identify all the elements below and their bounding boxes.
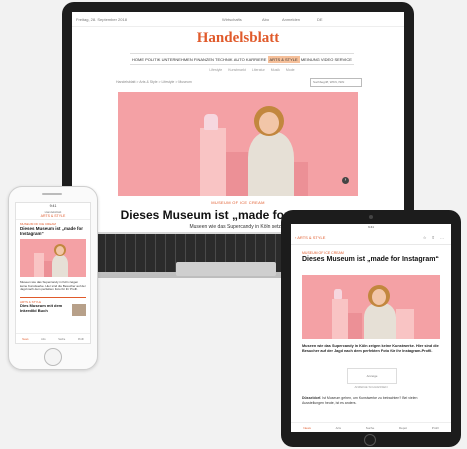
nav-item-technik[interactable]: TECHNIK	[215, 57, 233, 62]
nav-item-auto[interactable]: AUTO	[234, 57, 245, 62]
tab-bar: News Arts Suche Profil	[16, 333, 90, 343]
tab-news[interactable]: News	[22, 338, 28, 341]
hero-image[interactable]	[302, 275, 440, 339]
glass-prop	[334, 289, 342, 299]
laptop-screen: Freitag, 28. September 2018 Wirtschafts …	[72, 12, 404, 234]
topbar-link-language[interactable]: DE	[317, 17, 323, 22]
tab-bar: News Arts Suche Depot Profil	[291, 422, 451, 432]
topbar-link-login[interactable]: Anmelden	[282, 17, 300, 22]
chevron-right-icon[interactable]: ›	[342, 177, 349, 184]
home-button[interactable]	[364, 434, 376, 446]
tab-profile[interactable]: Profil	[432, 426, 439, 430]
nav-item-service[interactable]: SERVICE	[334, 57, 352, 62]
article-teaser: Museen wie das Supercandy in Köln zeigen…	[20, 280, 86, 292]
article-thumbnail[interactable]	[72, 304, 86, 316]
divider	[20, 297, 86, 298]
home-button[interactable]	[44, 348, 62, 366]
pedestal	[226, 152, 250, 196]
laptop-trackpad	[176, 262, 276, 276]
nav-item-video[interactable]: VIDEO	[321, 57, 333, 62]
subnav-item[interactable]: Literatur	[252, 68, 265, 72]
article-headline[interactable]: Dies Museum mit dem Inkredibl Buch	[20, 303, 70, 313]
article-kicker: MUSEUM OF ICE CREAM	[211, 200, 265, 205]
article-kicker: MUSEUM OF ICE CREAM	[302, 251, 344, 255]
tablet-screen: 9:41 ‹ ARTS & STYLE ☆ ⇧ … MUSEUM OF ICE …	[291, 224, 451, 432]
hero-image	[118, 92, 358, 196]
subnav-item[interactable]: Musik	[271, 68, 280, 72]
app-header: Handelsblatt ARTS & STYLE	[16, 210, 90, 220]
person-face	[372, 289, 386, 305]
camera	[369, 215, 373, 219]
nav-item-arts-style[interactable]: ARTS & STYLE	[267, 55, 300, 63]
person-face	[56, 246, 64, 255]
tab-depot[interactable]: Depot	[399, 426, 407, 430]
person-figure	[248, 132, 294, 196]
ad-slot[interactable]: Anzeige	[347, 368, 397, 384]
main-navigation: HOME POLITIK UNTERNEHMEN FINANZEN TECHNI…	[130, 53, 354, 65]
app-navbar: ‹ ARTS & STYLE ☆ ⇧ …	[291, 232, 451, 245]
topbar-link-abo[interactable]: Abo	[262, 17, 269, 22]
pedestal	[44, 261, 52, 277]
tab-arts[interactable]: Arts	[336, 426, 341, 430]
search-input[interactable]: Suchbegriff, WKN, ISIN	[310, 78, 362, 87]
nav-item-finanzen[interactable]: FINANZEN	[194, 57, 214, 62]
nav-item-karriere[interactable]: KARRIERE	[246, 57, 266, 62]
body-dateline: Düsseldorf.	[302, 396, 322, 400]
phone-screen: 9:41 Handelsblatt ARTS & STYLE MUSEUM OF…	[15, 202, 91, 344]
site-topbar: Freitag, 28. September 2018 Wirtschafts …	[72, 12, 404, 27]
tab-search[interactable]: Suche	[58, 338, 65, 341]
nav-item-politik[interactable]: POLITIK	[145, 57, 160, 62]
subnav-item[interactable]: Lifestyle	[209, 68, 222, 72]
phone-speaker	[42, 193, 62, 195]
nav-item-meinung[interactable]: MEINUNG	[301, 57, 320, 62]
tab-news[interactable]: News	[303, 426, 311, 430]
nav-item-unternehmen[interactable]: UNTERNEHMEN	[162, 57, 193, 62]
sub-navigation: Lifestyle Kunstmarkt Literatur Musik Mod…	[182, 66, 322, 74]
site-date: Freitag, 28. September 2018	[76, 17, 127, 22]
site-logo[interactable]: Handelsblatt	[72, 30, 404, 47]
glass-prop	[204, 114, 218, 130]
hero-image[interactable]	[20, 239, 86, 277]
article-headline[interactable]: Dieses Museum ist „made for Instagram“	[20, 226, 86, 236]
pedestal	[332, 299, 348, 339]
subnav-item[interactable]: Kunstmarkt	[228, 68, 246, 72]
person-figure	[52, 255, 68, 277]
section-title[interactable]: ARTS & STYLE	[41, 214, 66, 218]
pedestal	[200, 128, 226, 196]
status-time: 9:41	[368, 225, 374, 229]
ad-close-label[interactable]: ANZEIGE SCHLIESSEN	[353, 385, 389, 389]
article-teaser: Museen wie das Supercandy in Köln zeigen…	[302, 344, 439, 353]
tab-arts[interactable]: Arts	[41, 338, 45, 341]
tab-profile[interactable]: Profil	[78, 338, 84, 341]
pedestal	[34, 253, 44, 277]
back-button[interactable]: ‹ ARTS & STYLE	[295, 232, 325, 244]
article-headline: Dieses Museum ist „made for Instagram“	[302, 256, 439, 263]
article-body: Düsseldorf. Ist Museum gehen, um Kunstwe…	[302, 396, 440, 405]
pedestal	[396, 309, 414, 339]
pedestal	[348, 313, 362, 339]
subnav-item[interactable]: Mode	[286, 68, 295, 72]
tab-search[interactable]: Suche	[366, 426, 375, 430]
nav-item-home[interactable]: HOME	[132, 57, 144, 62]
person-figure	[364, 303, 396, 339]
share-bookmark-icons[interactable]: ☆ ⇧ …	[423, 232, 446, 244]
person-face	[259, 112, 279, 134]
topbar-link-wirtschaft[interactable]: Wirtschafts	[222, 17, 242, 22]
status-time: 9:41	[49, 204, 57, 208]
